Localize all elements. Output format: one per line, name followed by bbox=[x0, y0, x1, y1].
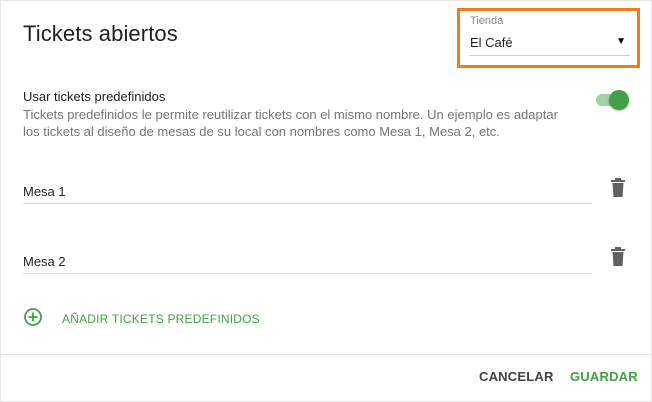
open-tickets-dialog: Tickets abiertos Tienda El Café ▼ Usar t… bbox=[0, 0, 652, 402]
toggle-knob bbox=[609, 90, 629, 110]
delete-ticket-icon[interactable] bbox=[610, 247, 626, 267]
save-button[interactable]: GUARDAR bbox=[570, 369, 638, 384]
ticket-name-value: Mesa 1 bbox=[23, 184, 66, 199]
dropdown-arrow-icon: ▼ bbox=[616, 36, 626, 47]
ticket-name-field[interactable]: Mesa 2 bbox=[23, 247, 592, 274]
delete-ticket-icon[interactable] bbox=[610, 178, 626, 198]
predefined-tickets-title: Usar tickets predefinidos bbox=[23, 89, 166, 104]
add-circle-icon bbox=[23, 307, 43, 327]
ticket-name-field[interactable]: Mesa 1 bbox=[23, 177, 592, 204]
store-select[interactable]: El Café ▼ bbox=[470, 31, 630, 56]
store-selected-value: El Café bbox=[470, 35, 513, 50]
predefined-tickets-description: Tickets predefinidos le permite reutiliz… bbox=[23, 107, 558, 139]
add-predefined-tickets-button[interactable]: AÑADIR TICKETS PREDEFINIDOS bbox=[23, 307, 263, 329]
store-selector-highlight: Tienda El Café ▼ bbox=[457, 8, 640, 68]
store-label: Tienda bbox=[470, 15, 504, 27]
ticket-name-value: Mesa 2 bbox=[23, 254, 66, 269]
cancel-button[interactable]: CANCELAR bbox=[479, 369, 554, 384]
dialog-title: Tickets abiertos bbox=[23, 21, 178, 46]
predefined-tickets-toggle[interactable] bbox=[596, 90, 629, 110]
add-predefined-tickets-label: AÑADIR TICKETS PREDEFINIDOS bbox=[62, 312, 260, 326]
footer-divider bbox=[1, 354, 651, 355]
